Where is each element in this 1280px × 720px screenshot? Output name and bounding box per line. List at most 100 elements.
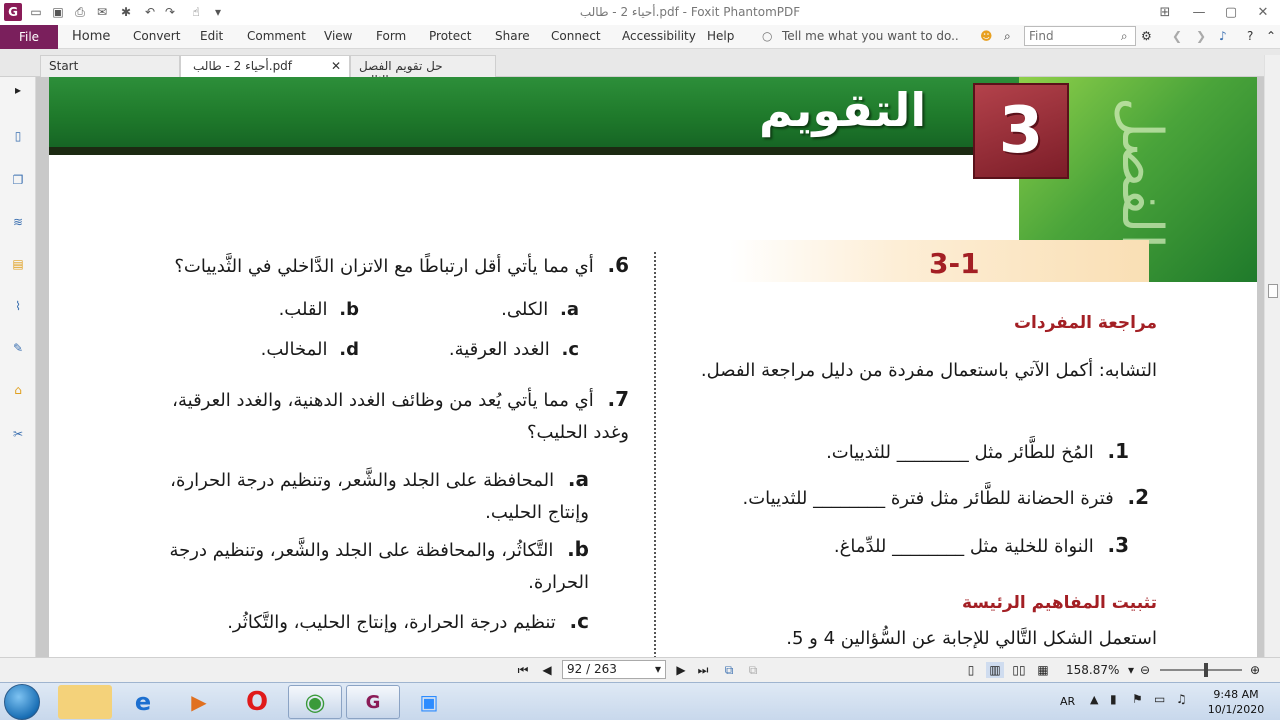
menu-share[interactable]: Share (495, 29, 530, 43)
item-text: المُخ للطَّائر مثل ________ للثدييات. (826, 442, 1094, 463)
next-page-icon[interactable]: ▶ (672, 662, 690, 678)
previous-view-icon[interactable]: ⧉ (720, 662, 738, 678)
pages-icon[interactable]: ❐ (7, 169, 29, 191)
notification-bell-icon[interactable]: ♪ (1219, 29, 1227, 43)
action-center-icon[interactable]: ⚑ (1132, 692, 1143, 706)
smiley-icon[interactable]: ☻ (980, 29, 993, 43)
volume-icon[interactable]: ♫ (1176, 692, 1187, 706)
expand-panel-icon[interactable]: ▸ (7, 79, 29, 101)
q6-option-c: c. الغدد العرقية. (379, 339, 579, 360)
document-tab-bar: Start أحياء 2 - طالب.pdf ✕ حل تقويم الفص… (0, 49, 1280, 87)
minimize-button[interactable]: — (1182, 0, 1216, 24)
zoom-app-icon[interactable]: ▣ (402, 685, 456, 719)
vocab-heading: مراجعة المفردات (1013, 313, 1157, 333)
question-7: 7. أي مما يأتي يُعد من وظائف الغدد الدهن… (149, 383, 629, 449)
option-letter: b. (567, 537, 589, 561)
tab-close-icon[interactable]: ✕ (331, 59, 341, 74)
menu-convert[interactable]: Convert (133, 29, 180, 43)
q6-option-b: b. القلب. (159, 299, 359, 320)
concepts-intro: استعمل الشكل التَّالي للإجابة عن السُّؤا… (786, 628, 1157, 649)
vertical-scrollbar[interactable] (1264, 55, 1280, 657)
save-icon[interactable]: ▣ (50, 4, 66, 20)
settings-gear-icon[interactable]: ⚙ (1141, 29, 1152, 43)
file-tab[interactable]: File (0, 25, 58, 49)
system-clock[interactable]: 9:48 AM 10/1/2020 (1196, 687, 1276, 717)
battery-icon[interactable]: ▭ (1154, 692, 1165, 706)
media-player-icon[interactable]: ▶ (172, 685, 226, 719)
item-number: 3. (1107, 533, 1129, 557)
menu-protect[interactable]: Protect (429, 29, 471, 43)
menu-help[interactable]: Help (707, 29, 734, 43)
print-icon[interactable]: ⎙ (72, 4, 88, 20)
close-button[interactable]: ✕ (1246, 0, 1280, 24)
open-icon[interactable]: ▭ (28, 4, 44, 20)
menu-form[interactable]: Form (376, 29, 406, 43)
zoom-in-icon[interactable]: ⊕ (1246, 662, 1264, 678)
ribbon-display-icon[interactable]: ⊞ (1148, 0, 1182, 24)
app-logo[interactable]: G (4, 3, 22, 21)
zoom-slider-thumb[interactable] (1204, 663, 1208, 677)
network-icon[interactable]: ▮ (1110, 692, 1117, 706)
menu-edit[interactable]: Edit (200, 29, 223, 43)
single-page-icon[interactable]: ▯ (962, 662, 980, 678)
find-options-icon[interactable]: ⌕ (1004, 29, 1011, 44)
page-number-field[interactable]: 92 / 263 ▾ (562, 660, 666, 679)
help-icon[interactable]: ? (1247, 29, 1253, 43)
zoom-level[interactable]: 158.87% (1066, 663, 1119, 677)
menu-connect[interactable]: Connect (551, 29, 601, 43)
tab-solution-document[interactable]: حل تقويم الفصل الثالث... (350, 55, 496, 87)
page-navigation-bar: ⏮ ◀ 92 / 263 ▾ ▶ ⏭ ⧉ ⧉ ▯ ▥ ▯▯ ▦ 158.87% … (0, 657, 1280, 682)
tab-active-document[interactable]: أحياء 2 - طالب.pdf ✕ (180, 55, 350, 77)
file-explorer-icon[interactable] (58, 685, 112, 719)
find-field[interactable]: ⌕ (1024, 26, 1136, 46)
back-arrow-icon[interactable]: ❮ (1172, 29, 1182, 43)
scrollbar-thumb[interactable] (1268, 284, 1278, 298)
hand-tool-icon[interactable]: ☝ (188, 4, 204, 20)
previous-page-icon[interactable]: ◀ (538, 662, 556, 678)
find-input[interactable] (1029, 29, 1117, 43)
collapse-ribbon-icon[interactable]: ⌃ (1266, 29, 1276, 43)
menu-view[interactable]: View (324, 29, 352, 43)
start-button[interactable] (4, 684, 40, 720)
new-icon[interactable]: ✱ (118, 4, 134, 20)
tab-start[interactable]: Start (40, 55, 180, 77)
last-page-icon[interactable]: ⏭ (694, 662, 712, 678)
continuous-facing-icon[interactable]: ▦ (1034, 662, 1052, 678)
document-viewport[interactable]: الفصل التقويم 3 3-1 مراجعة المفردات التش… (36, 77, 1264, 657)
redo-icon[interactable]: ↷ (162, 4, 178, 20)
page-dropdown-icon[interactable]: ▾ (655, 662, 661, 677)
zoom-out-icon[interactable]: ⊖ (1136, 662, 1154, 678)
menu-accessibility[interactable]: Accessibility (622, 29, 696, 43)
page-number: 92 / 263 (567, 662, 617, 676)
next-view-icon[interactable]: ⧉ (744, 662, 762, 678)
search-icon[interactable]: ⌕ (1121, 29, 1128, 43)
chrome-icon[interactable]: ◉ (288, 685, 342, 719)
tools-icon[interactable]: ✂ (7, 423, 29, 445)
email-icon[interactable]: ✉ (94, 4, 110, 20)
first-page-icon[interactable]: ⏮ (514, 662, 532, 678)
ribbon-menu: File Home Convert Edit Comment View Form… (0, 25, 1280, 49)
undo-icon[interactable]: ↶ (142, 4, 158, 20)
banner-shadow-strip (49, 147, 979, 155)
maximize-button[interactable]: ▢ (1214, 0, 1248, 24)
signatures-icon[interactable]: ✎ (7, 337, 29, 359)
layers-icon[interactable]: ≋ (7, 211, 29, 233)
tell-me-search[interactable]: Tell me what you want to do.. (782, 29, 959, 43)
internet-explorer-icon[interactable]: e (116, 685, 170, 719)
opera-icon[interactable]: O (230, 685, 284, 719)
zoom-slider[interactable] (1160, 669, 1242, 671)
menu-comment[interactable]: Comment (247, 29, 306, 43)
security-lock-icon[interactable]: ⌂ (7, 379, 29, 401)
menu-home[interactable]: Home (72, 29, 110, 44)
banner-title: التقويم (759, 83, 927, 137)
facing-page-icon[interactable]: ▯▯ (1010, 662, 1028, 678)
comments-icon[interactable]: ▤ (7, 253, 29, 275)
forward-arrow-icon[interactable]: ❯ (1196, 29, 1206, 43)
show-hidden-icons-icon[interactable]: ▲ (1090, 693, 1098, 706)
bookmarks-icon[interactable]: ▯ (7, 125, 29, 147)
input-language[interactable]: AR (1060, 695, 1075, 708)
continuous-page-icon[interactable]: ▥ (986, 662, 1004, 678)
foxit-pdf-icon[interactable]: G (346, 685, 400, 719)
customize-icon[interactable]: ▾ (210, 4, 226, 20)
attachments-icon[interactable]: ⌇ (7, 295, 29, 317)
